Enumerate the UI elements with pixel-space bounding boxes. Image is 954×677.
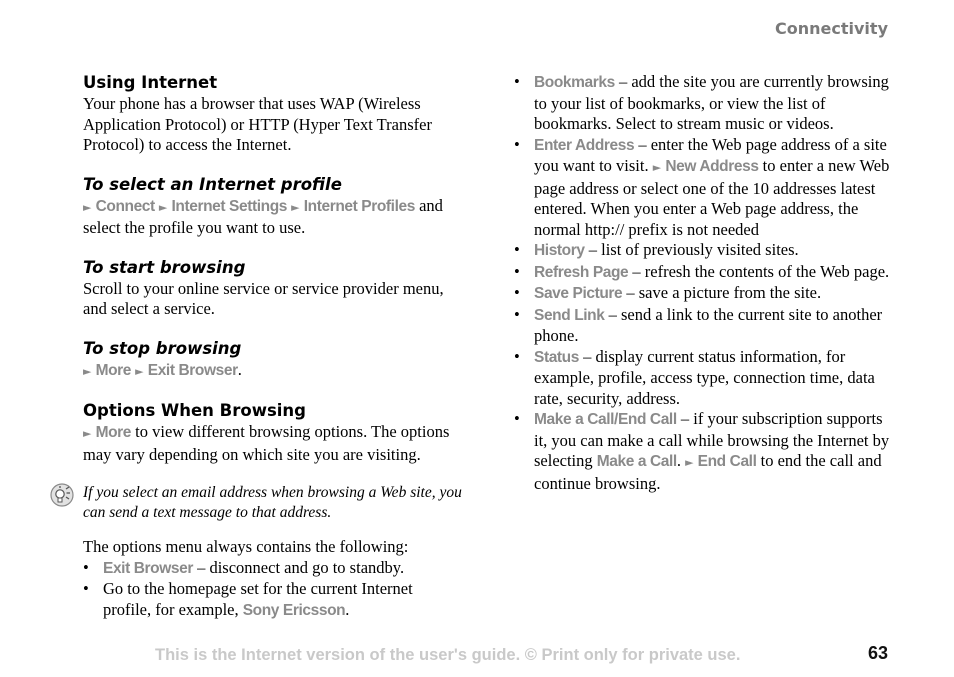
menu-path-internet-settings: Internet Settings [171,197,288,215]
list-item: • Send Link – send a link to the current… [514,305,894,347]
tip-text: If you select an email address when brow… [83,484,462,521]
heading-stop-browsing: To stop browsing [83,338,242,358]
list-item: • Refresh Page – refresh the contents of… [514,262,894,284]
option-description: – save a picture from the site. [622,283,822,302]
list-item: • Go to the homepage set for the current… [83,579,463,621]
bullet-icon: • [514,346,520,366]
option-description: – list of previously visited sites. [584,240,799,259]
options-body: ► More to view different browsing option… [83,422,463,465]
bullet-icon: • [83,557,89,577]
option-description: – display current status information, fo… [534,346,875,408]
heading-select-profile: To select an Internet profile [83,174,342,194]
arrow-icon: ► [291,200,300,214]
heading-start-browsing: To start browsing [83,257,246,277]
menu-path-new-address: New Address [665,158,759,175]
option-keyword: Make a Call/End Call [534,411,677,428]
option-keyword: Enter Address [534,136,635,154]
left-column: Using Internet Your phone has a browser … [50,72,463,622]
arrow-icon: ► [685,456,694,469]
option-description-cont: . [676,451,686,470]
arrow-icon: ► [83,364,92,378]
bullet-icon: • [514,261,520,281]
menu-path-end-call: End Call [697,453,757,470]
menu-path-exit-browser: Exit Browser [147,361,238,379]
arrow-icon: ► [83,200,92,214]
option-keyword: History [534,242,585,259]
using-internet-body: Your phone has a browser that uses WAP (… [83,94,432,154]
stop-browsing-suffix: . [237,359,242,379]
menu-path-more: More [95,424,132,441]
tip-note: If you select an email address when brow… [50,483,463,523]
bullet-icon: • [514,72,520,91]
bullet-icon: • [514,240,520,259]
page-number: 63 [867,643,888,663]
right-column: • Bookmarks – add the site you are curre… [514,72,894,494]
list-item: • Status – display current status inform… [514,347,894,410]
section-header: Connectivity [775,19,888,38]
option-keyword: Send Link [534,306,605,324]
menu-path-connect: Connect [95,197,156,215]
list-item: • Enter Address – enter the Web page add… [514,135,894,241]
option-description: – refresh the contents of the Web page. [628,261,890,281]
arrow-icon: ► [83,427,92,440]
option-keyword: Sony Ericsson [242,601,346,619]
browsing-options-list: • Bookmarks – add the site you are curre… [514,72,894,494]
list-item: • Make a Call/End Call – if your subscri… [514,409,894,494]
stop-browsing-instructions: ► More ► Exit Browser. [83,360,463,383]
option-keyword: Status [534,348,579,366]
option-description: – disconnect and go to standby. [192,557,405,577]
always-options-list: • Exit Browser – disconnect and go to st… [83,558,463,622]
option-end: . [345,599,350,619]
heading-options-when-browsing: Options When Browsing [83,401,306,420]
bullet-icon: • [514,134,520,154]
bullet-icon: • [514,283,520,302]
list-item: • History – list of previously visited s… [514,240,894,262]
arrow-icon: ► [135,364,144,378]
option-keyword-make-call: Make a Call [596,453,677,470]
list-item: • Save Picture – save a picture from the… [514,283,894,305]
arrow-icon: ► [652,161,662,174]
option-keyword: Bookmarks [534,74,615,91]
options-suffix: to view different browsing options. The … [83,422,450,464]
list-item: • Bookmarks – add the site you are curre… [514,72,894,135]
heading-using-internet: Using Internet [83,73,218,92]
bullet-icon: • [83,579,89,598]
arrow-icon: ► [158,200,168,214]
option-keyword: Exit Browser [103,559,193,577]
lightbulb-tip-icon [50,483,74,507]
option-keyword: Refresh Page [534,263,629,281]
menu-path-more: More [95,361,132,379]
select-profile-instructions: ► Connect ► Internet Settings ► Internet… [83,196,463,239]
option-keyword: Save Picture [534,285,623,302]
menu-intro: The options menu always contains the fol… [83,537,409,556]
start-browsing-body: Scroll to your online service or service… [83,278,444,319]
bullet-icon: • [514,304,520,324]
footer-notice: This is the Internet version of the user… [155,646,741,664]
menu-path-internet-profiles: Internet Profiles [303,197,416,215]
bullet-icon: • [514,409,520,428]
list-item: • Exit Browser – disconnect and go to st… [83,558,463,580]
